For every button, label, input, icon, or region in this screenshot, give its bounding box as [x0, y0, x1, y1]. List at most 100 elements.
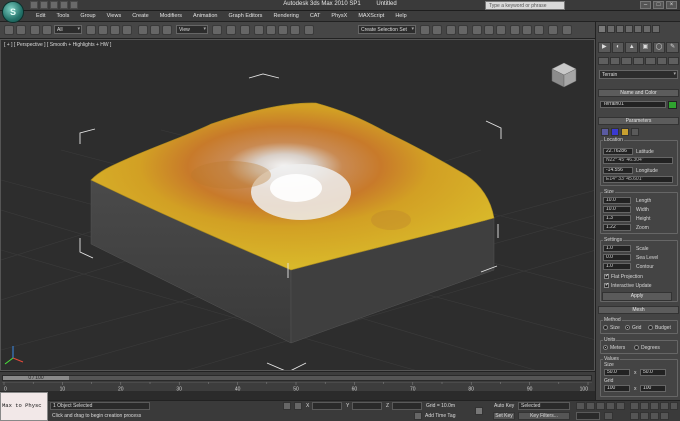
close-button[interactable]: × — [666, 1, 677, 9]
layer-manager-icon[interactable] — [446, 25, 456, 35]
menu-modifiers[interactable]: Modifiers — [160, 13, 182, 19]
maximize-viewport-icon[interactable] — [670, 402, 678, 410]
spinner-snap-icon[interactable] — [290, 25, 300, 35]
perspective-viewport[interactable]: [ + ] [ Perspective ] [ Smooth + Highlig… — [0, 39, 595, 371]
key-filters-button[interactable]: Key Filters... — [518, 412, 570, 420]
go-to-start-icon[interactable] — [576, 402, 585, 410]
x-coord-field[interactable] — [312, 402, 342, 410]
select-manipulate-icon[interactable] — [226, 25, 236, 35]
percent-snap-icon[interactable] — [278, 25, 288, 35]
zoom-extents-icon[interactable] — [660, 402, 669, 410]
angle-snap-icon[interactable] — [266, 25, 276, 35]
scale-icon[interactable] — [162, 25, 172, 35]
time-slider[interactable]: 0 / 100 — [2, 375, 592, 381]
size-a-field[interactable]: 50.0 — [604, 369, 630, 376]
name-color-rollout[interactable]: Name and Color — [598, 89, 679, 97]
transform-type-icon[interactable] — [294, 402, 302, 410]
parameters-rollout[interactable]: Parameters — [598, 117, 679, 125]
z-coord-field[interactable] — [392, 402, 422, 410]
environment-icon[interactable] — [562, 25, 572, 35]
mesh-rollout[interactable]: Mesh — [598, 306, 679, 314]
go-to-end-icon[interactable] — [616, 402, 625, 410]
teapot-render-icon[interactable] — [548, 25, 558, 35]
application-button[interactable]: S — [2, 1, 24, 23]
undo-icon[interactable] — [4, 25, 14, 35]
create-cylinder-icon[interactable] — [625, 25, 633, 33]
orbit-icon[interactable] — [650, 412, 659, 420]
width-field[interactable]: 10.0 — [603, 206, 631, 213]
zoom-field[interactable]: 1.22 — [603, 224, 631, 231]
edit-named-selection-icon[interactable] — [304, 25, 314, 35]
help-icon[interactable] — [631, 128, 639, 136]
menu-physx[interactable]: PhysX — [331, 13, 347, 19]
redo-icon[interactable] — [16, 25, 26, 35]
align-icon[interactable] — [432, 25, 442, 35]
maximize-button[interactable]: □ — [653, 1, 664, 9]
time-config-icon[interactable] — [604, 412, 613, 420]
keyboard-shortcut-icon[interactable] — [240, 25, 250, 35]
graphite-tools-icon[interactable] — [458, 25, 468, 35]
flat-projection-checkbox[interactable]: ✔ — [604, 274, 609, 279]
rotate-icon[interactable] — [150, 25, 160, 35]
current-frame-field[interactable] — [576, 412, 600, 420]
map-icon[interactable] — [611, 128, 619, 136]
grid-a-field[interactable]: 100 — [604, 385, 630, 392]
units-degrees-radio[interactable] — [634, 345, 639, 350]
auto-key-button[interactable]: Auto Key — [494, 403, 514, 409]
key-mode-icon[interactable] — [630, 402, 639, 410]
named-selection-dropdown[interactable]: Create Selection Set — [358, 25, 416, 34]
apply-button[interactable]: Apply — [602, 292, 672, 301]
height-field[interactable]: 1.3 — [603, 215, 631, 222]
snap-toggle-icon[interactable] — [254, 25, 264, 35]
helpers-icon[interactable] — [644, 57, 656, 65]
interactive-update-checkbox[interactable]: ✔ — [604, 283, 609, 288]
maxscript-listener[interactable]: Max to Physc — [0, 392, 48, 421]
create-teapot-icon[interactable] — [643, 25, 651, 33]
add-time-tag-button[interactable]: Add Time Tag — [425, 413, 455, 419]
units-meters-radio[interactable] — [603, 345, 608, 350]
geometry-icon[interactable] — [598, 57, 609, 65]
reference-coordinate-dropdown[interactable]: View — [176, 25, 208, 34]
rectangular-selection-icon[interactable] — [110, 25, 120, 35]
space-warps-icon[interactable] — [656, 57, 668, 65]
lock-selection-icon[interactable] — [283, 402, 291, 410]
play-icon[interactable] — [596, 402, 605, 410]
tab-utilities[interactable]: ✎ — [666, 42, 680, 53]
menu-maxscript[interactable]: MAXScript — [358, 13, 384, 19]
object-name-field[interactable]: Terrain01 — [600, 101, 666, 108]
next-frame-icon[interactable] — [606, 402, 615, 410]
pivot-icon[interactable] — [212, 25, 222, 35]
scale-field[interactable]: 1.0 — [603, 245, 631, 252]
cameras-icon[interactable] — [633, 57, 644, 65]
time-tag-icon[interactable] — [414, 412, 422, 420]
sea-level-field[interactable]: 0.0 — [603, 254, 631, 261]
lights-icon[interactable] — [621, 57, 633, 65]
minimize-button[interactable]: – — [640, 1, 651, 9]
schematic-view-icon[interactable] — [484, 25, 494, 35]
method-size-radio[interactable] — [603, 325, 608, 330]
field-of-view-icon[interactable] — [640, 412, 649, 420]
object-color-swatch[interactable] — [668, 101, 677, 109]
menu-views[interactable]: Views — [107, 13, 122, 19]
tab-create[interactable]: ▶ — [598, 42, 611, 53]
systems-icon[interactable] — [668, 57, 680, 65]
select-object-icon[interactable] — [86, 25, 96, 35]
size-b-field[interactable]: 50.0 — [640, 369, 666, 376]
menu-group[interactable]: Group — [80, 13, 95, 19]
menu-edit[interactable]: Edit — [36, 13, 45, 19]
mirror-icon[interactable] — [420, 25, 430, 35]
zoom-icon[interactable] — [640, 402, 649, 410]
zoom-all-icon[interactable] — [650, 402, 659, 410]
search-input[interactable]: Type a keyword or phrase — [485, 1, 565, 10]
shapes-icon[interactable] — [609, 57, 621, 65]
curve-editor-icon[interactable] — [472, 25, 482, 35]
object-category-dropdown[interactable]: Terrain — [599, 70, 678, 79]
tab-motion[interactable]: ▣ — [639, 42, 652, 53]
move-icon[interactable] — [138, 25, 148, 35]
window-crossing-icon[interactable] — [122, 25, 132, 35]
select-link-icon[interactable] — [30, 25, 40, 35]
folder-icon[interactable] — [621, 128, 629, 136]
material-editor-icon[interactable] — [496, 25, 506, 35]
viewport-label[interactable]: [ + ] [ Perspective ] [ Smooth + Highlig… — [4, 42, 111, 48]
method-grid-radio[interactable] — [625, 325, 630, 330]
